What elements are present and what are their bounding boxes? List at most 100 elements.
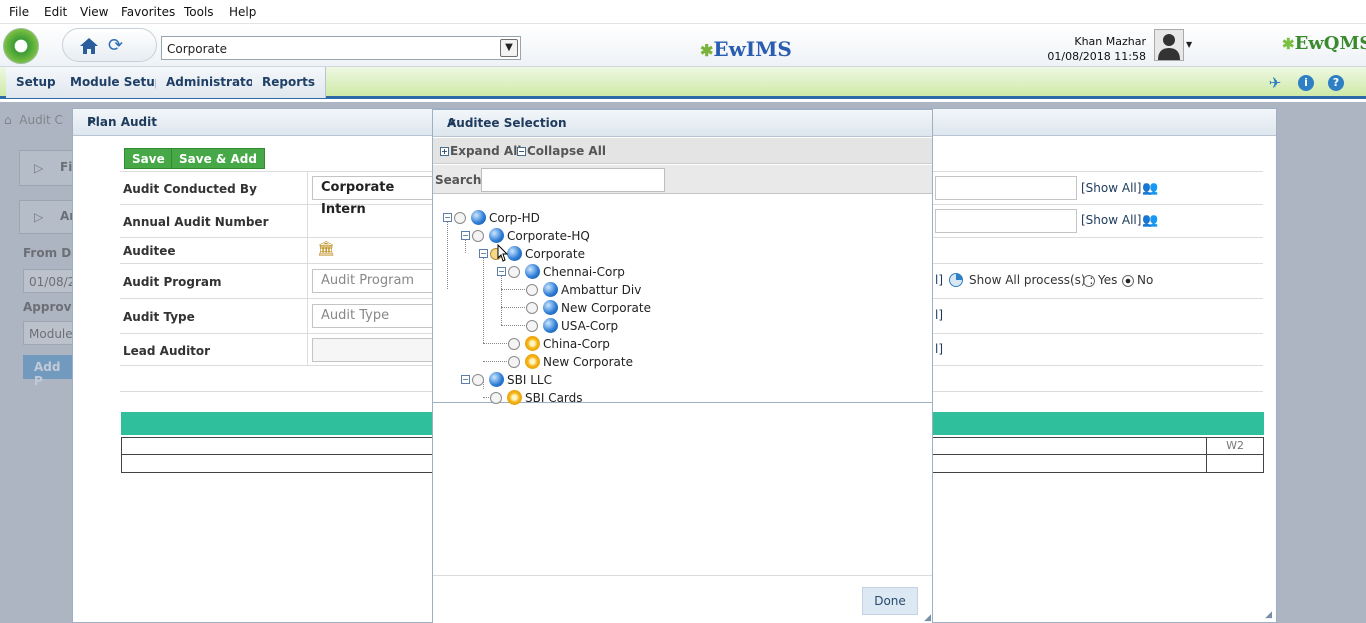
collapse-icon[interactable]: − [461,231,470,240]
main-nav: Setup Module Setup Administrator Reports… [0,67,1366,99]
ewqms-logo: ✱EwQMS [1282,33,1366,54]
node-radio[interactable] [508,338,520,350]
show-all-processes-label: Show All process(s) : [969,273,1094,287]
tree-node-label: Chennai-Corp [543,265,625,279]
audit-type-label: Audit Type [123,310,195,324]
globe-icon [543,282,558,297]
node-radio[interactable] [526,284,538,296]
globe-icon [543,318,558,333]
node-radio[interactable] [472,374,484,386]
avatar-chevron-icon[interactable]: ▼ [1186,40,1192,49]
users-icon[interactable]: 👥 [1142,181,1158,196]
minus-box-icon: − [517,147,526,156]
node-radio[interactable] [472,230,484,242]
ewims-logo: ✱EwIMS [700,37,792,61]
audit-conducted-by-input[interactable]: Corporate Intern [312,176,442,217]
bank-icon[interactable]: 🏛 [317,241,335,257]
tree-node-label: SBI Cards [525,391,583,405]
yes-label: Yes [1098,273,1118,287]
annual-audit-number-label: Annual Audit Number [123,215,269,229]
mouse-cursor-icon [497,244,509,262]
auditee-titlebar: Auditee Selection ✕ [433,110,932,137]
auditee-tree: − Corp-HD − Corporate-HQ − Corporate − Chenn… [433,195,932,405]
info-icon[interactable]: i [1298,75,1314,91]
home-icon[interactable] [79,37,99,55]
pin-icon[interactable]: ✈ [1267,75,1283,91]
node-radio[interactable] [454,212,466,224]
help-icon[interactable]: ? [1328,75,1344,91]
expand-all-button[interactable]: + Expand All [440,144,521,158]
annual-audit-right-input[interactable] [935,209,1077,233]
node-radio[interactable] [490,392,502,404]
user-icon [1158,34,1180,60]
gear-icon [525,354,540,369]
corporate-select-value: Corporate [167,42,227,56]
show-all-link[interactable]: [Show All] [1081,181,1141,195]
search-label: Search: [435,173,487,187]
flower-icon: ✱ [700,41,714,60]
show-all-link[interactable]: [Show All] [1081,213,1141,227]
node-radio[interactable] [508,266,520,278]
ewqms-logo-text: EwQMS [1294,33,1366,54]
app-logo-icon[interactable] [3,28,39,64]
resize-handle-icon[interactable]: ◢ [924,613,931,623]
no-radio[interactable] [1122,275,1134,287]
node-radio[interactable] [526,320,538,332]
search-input[interactable] [481,168,665,192]
globe-icon [489,372,504,387]
audit-type-input[interactable]: Audit Type [312,304,442,328]
pie-icon [949,273,963,287]
app-header: ⟳ Corporate ▼ ✱EwIMS Khan Mazhar 01/08/2… [0,25,1366,67]
refresh-icon[interactable]: ⟳ [108,37,123,55]
done-button[interactable]: Done [862,587,918,615]
conducted-by-right-input[interactable] [935,176,1077,200]
save-button[interactable]: Save [124,148,173,169]
tree-node-label: Corporate [525,247,585,261]
corporate-select[interactable]: Corporate ▼ [161,36,521,60]
menu-edit[interactable]: Edit [44,5,67,19]
tree-node-label: Corp-HD [489,211,540,225]
collapse-icon[interactable]: − [497,267,506,276]
tree-node-label: New Corporate [543,355,633,369]
audit-program-label: Audit Program [123,275,222,289]
nav-reports[interactable]: Reports [252,67,327,98]
yes-radio[interactable] [1083,275,1095,287]
chevron-down-icon[interactable]: ▼ [500,39,518,57]
collapse-icon[interactable]: − [479,249,488,258]
close-icon[interactable]: ✕ [447,116,925,130]
resize-handle-icon[interactable]: ◢ [1265,610,1272,620]
nav-setup[interactable]: Setup [6,67,67,98]
gear-icon [525,336,540,351]
collapse-all-button[interactable]: − Collapse All [517,144,606,158]
menu-help[interactable]: Help [229,5,256,19]
show-all-link-tail[interactable]: l] [935,342,943,356]
node-radio[interactable] [526,302,538,314]
lead-auditor-input[interactable] [312,338,442,362]
users-icon[interactable]: 👥 [1142,213,1158,228]
search-bar: Search: [433,165,932,194]
user-name: Khan Mazhar [1074,35,1146,48]
lead-auditor-label: Lead Auditor [123,344,211,358]
expand-all-label: Expand All [450,144,522,158]
show-all-link-tail[interactable]: l] [935,273,943,287]
node-radio[interactable] [508,356,520,368]
tree-node-label: Ambattur Div [561,283,642,297]
menu-file[interactable]: File [9,5,29,19]
grid-col-w2: W2 [1206,438,1263,454]
collapse-all-label: Collapse All [527,144,606,158]
audit-program-input[interactable]: Audit Program [312,269,442,293]
ewims-logo-text: EwIMS [713,37,792,61]
tree-node-label: New Corporate [561,301,651,315]
show-all-link-tail[interactable]: l] [935,308,943,322]
collapse-icon[interactable]: − [443,213,452,222]
collapse-icon[interactable]: − [461,375,470,384]
audit-conducted-by-label: Audit Conducted By [123,182,257,196]
menu-favorites[interactable]: Favorites [121,5,175,19]
tree-node-label: Corporate-HQ [507,229,590,243]
save-add-button[interactable]: Save & Add [171,148,265,169]
plus-box-icon: + [440,147,449,156]
menu-tools[interactable]: Tools [184,5,214,19]
avatar[interactable] [1154,29,1184,61]
tree-node-label: USA-Corp [561,319,619,333]
menu-view[interactable]: View [80,5,108,19]
